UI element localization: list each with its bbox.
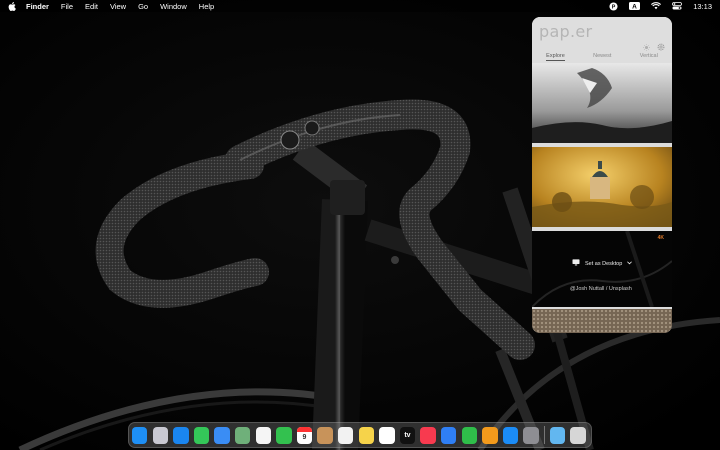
paper-logo: pap.er xyxy=(539,22,593,41)
menu-clock[interactable]: 13:13 xyxy=(693,2,712,11)
freeform-icon[interactable] xyxy=(379,426,395,444)
calendar-glyph: 9 xyxy=(302,433,307,441)
contacts-icon[interactable] xyxy=(317,426,333,444)
pages-icon[interactable] xyxy=(482,426,498,444)
tab-vertical[interactable]: Vertical xyxy=(640,53,658,61)
menu-edit[interactable]: Edit xyxy=(85,2,98,11)
svg-text:A: A xyxy=(632,4,637,11)
trash-icon[interactable] xyxy=(570,426,586,444)
wifi-icon[interactable] xyxy=(651,2,662,10)
menu-go[interactable]: Go xyxy=(138,2,148,11)
photos-icon[interactable] xyxy=(255,426,272,444)
wallpaper-thumbnail-hovered[interactable]: 4K Set as Desktop @Josh Nuttall / Unspla… xyxy=(532,231,672,307)
menu-bar: Finder File Edit View Go Window Help P A… xyxy=(0,0,720,12)
menu-window[interactable]: Window xyxy=(160,2,187,11)
menu-view[interactable]: View xyxy=(110,2,126,11)
reminders-icon[interactable] xyxy=(337,426,354,444)
dock-separator xyxy=(543,426,545,444)
keynote-icon[interactable] xyxy=(440,426,457,444)
input-source-icon[interactable]: A xyxy=(629,2,641,11)
svg-text:P: P xyxy=(612,4,616,10)
menu-file[interactable]: File xyxy=(61,2,73,11)
dock: 9 tv xyxy=(128,422,592,448)
menu-help[interactable]: Help xyxy=(199,2,214,11)
photo-credit[interactable]: @Josh Nuttall / Unsplash xyxy=(570,286,632,292)
menu-app-name[interactable]: Finder xyxy=(26,2,49,11)
tab-newest[interactable]: Newest xyxy=(593,53,611,61)
calendar-header xyxy=(296,426,313,432)
apple-icon[interactable] xyxy=(8,1,18,11)
messages-icon[interactable] xyxy=(193,426,210,444)
paper-header: pap.er Explore Newest Vertical xyxy=(532,17,672,63)
paper-app-icon[interactable]: P xyxy=(609,1,618,11)
apple-tv-glyph: tv xyxy=(404,431,411,439)
facetime-icon[interactable] xyxy=(276,426,292,444)
apple-tv-icon[interactable]: tv xyxy=(399,426,416,444)
set-as-desktop-button[interactable]: Set as Desktop xyxy=(572,259,633,268)
set-as-desktop-label: Set as Desktop xyxy=(585,260,623,267)
control-center-icon[interactable] xyxy=(672,2,683,10)
chevron-down-icon[interactable] xyxy=(627,260,633,267)
app-store-icon[interactable] xyxy=(502,426,519,444)
safari-icon[interactable] xyxy=(173,426,189,444)
wallpaper-thumbnail[interactable] xyxy=(532,63,672,143)
notes-icon[interactable] xyxy=(358,426,374,444)
launchpad-icon[interactable] xyxy=(152,426,169,444)
resolution-badge: 4K xyxy=(657,235,664,241)
calendar-icon[interactable]: 9 xyxy=(296,426,313,444)
wallpaper-thumbnail[interactable] xyxy=(532,309,672,333)
paper-tabs: Explore Newest Vertical xyxy=(532,53,672,61)
system-settings-icon[interactable] xyxy=(523,426,539,444)
downloads-folder-icon[interactable] xyxy=(549,426,566,444)
maps-icon[interactable] xyxy=(234,426,251,444)
status-area: P A 13:13 xyxy=(609,0,712,12)
paper-wallpaper-panel: pap.er Explore Newest Vertical 4K Set as… xyxy=(532,17,672,333)
numbers-icon[interactable] xyxy=(461,426,477,444)
finder-icon[interactable] xyxy=(132,426,148,444)
monitor-icon xyxy=(572,259,580,268)
tab-explore[interactable]: Explore xyxy=(546,53,565,61)
music-icon[interactable] xyxy=(420,426,436,444)
wallpaper-thumbnail[interactable] xyxy=(532,147,672,227)
mail-icon[interactable] xyxy=(214,426,230,444)
